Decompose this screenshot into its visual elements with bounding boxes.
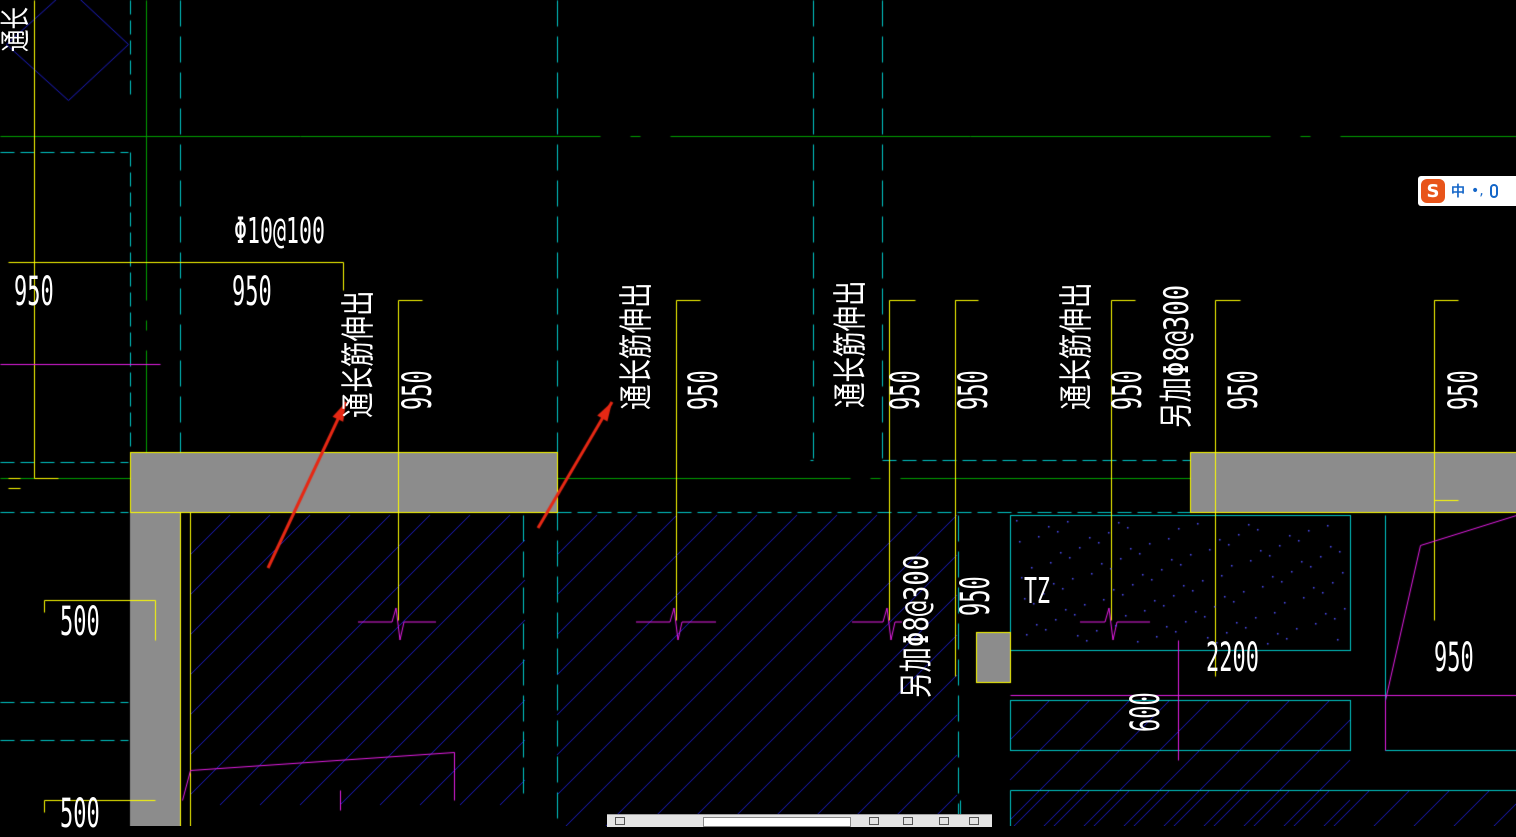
dim-950-left: 950	[14, 269, 54, 315]
bottom-toolbar-strip	[607, 814, 992, 827]
dim-950-vertical: 950	[1441, 370, 1487, 410]
dim-950-right: 950	[1434, 635, 1474, 681]
cad-drawing-canvas[interactable]	[0, 0, 1516, 826]
ime-punctuation-toggle[interactable]: •,	[1471, 183, 1484, 199]
toolbar-icon[interactable]	[903, 817, 913, 825]
note-through-rebar-2: 通长筋伸出	[617, 282, 657, 411]
microphone-icon[interactable]	[1489, 184, 1498, 198]
note-extra-rebar-top: 另加Φ8@300	[1157, 284, 1197, 428]
dim-950-vertical: 950	[951, 370, 997, 410]
sogou-s-icon[interactable]: S	[1421, 179, 1445, 203]
note-through-rebar-3: 通长筋伸出	[831, 280, 871, 409]
dim-500-upper: 500	[60, 599, 100, 645]
note-edge-fragment: 通长	[0, 7, 34, 52]
toolbar-icon[interactable]	[939, 817, 949, 825]
dim-950-vertical: 950	[1105, 370, 1151, 410]
dim-950-vertical: 950	[1221, 370, 1267, 410]
note-extra-rebar-mid: 另加Φ8@300	[897, 554, 937, 698]
dim-950-vertical: 950	[883, 370, 929, 410]
dim-500-lower: 500	[60, 791, 100, 837]
dim-950-vertical: 950	[681, 370, 727, 410]
ime-toolbar[interactable]: S 中 •,	[1418, 176, 1516, 206]
dim-950-left-2: 950	[232, 269, 272, 315]
toolbar-icon[interactable]	[969, 817, 979, 825]
note-through-rebar-1: 通长筋伸出	[339, 290, 379, 419]
dim-2200: 2200	[1206, 635, 1259, 681]
dim-950-vertical: 950	[953, 576, 999, 616]
toolbar-icon[interactable]	[615, 817, 625, 825]
column-tag-tz: TZ	[1024, 571, 1051, 612]
note-through-rebar-4: 通长筋伸出	[1057, 282, 1097, 411]
dim-600-vertical: 600	[1123, 692, 1169, 732]
rebar-spec-top: Φ10@100	[234, 211, 326, 252]
toolbar-icon[interactable]	[869, 817, 879, 825]
dim-950-vertical: 950	[395, 370, 441, 410]
ime-language-toggle[interactable]: 中	[1451, 181, 1465, 201]
